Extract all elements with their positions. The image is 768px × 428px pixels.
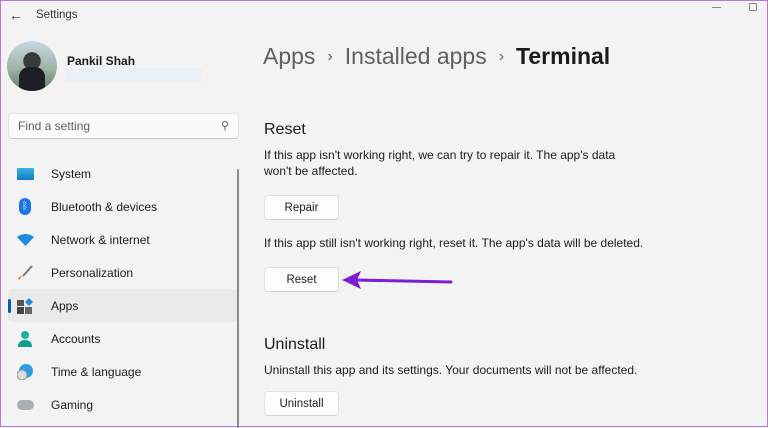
sidebar-item-label: Gaming	[51, 397, 94, 412]
system-icon	[16, 165, 34, 183]
annotation-arrow-icon	[342, 271, 453, 289]
search-box[interactable]: ⚲	[8, 113, 239, 139]
title-bar: ← Settings	[1, 1, 767, 31]
user-name: Pankil Shah	[67, 54, 136, 68]
sidebar-item-label: Personalization	[51, 265, 134, 280]
search-icon[interactable]: ⚲	[221, 119, 229, 132]
minimize-button[interactable]	[712, 7, 721, 8]
back-arrow-icon[interactable]: ←	[9, 7, 23, 23]
repair-description: If this app isn't working right, we can …	[264, 148, 616, 178]
sidebar-item-label: Apps	[51, 298, 79, 313]
chevron-right-icon: ›	[327, 47, 333, 65]
apps-icon	[16, 297, 34, 315]
reset-button[interactable]: Reset	[264, 267, 339, 292]
reset-heading: Reset	[264, 121, 306, 138]
chevron-right-icon: ›	[498, 47, 505, 65]
sidebar-item-label: Accounts	[51, 331, 101, 346]
bluetooth-icon: ᛒ	[16, 198, 34, 216]
sidebar-item-label: System	[51, 166, 92, 181]
sidebar-item-system[interactable]: System	[8, 157, 239, 190]
person-icon	[16, 330, 34, 348]
wifi-icon	[16, 231, 34, 249]
sidebar-item-personalization[interactable]: Personalization	[8, 256, 239, 289]
sidebar-scrollbar[interactable]	[237, 169, 239, 428]
maximize-button[interactable]	[749, 3, 757, 11]
sidebar-item-bluetooth[interactable]: ᛒ Bluetooth & devices	[8, 190, 239, 223]
sidebar-item-label: Time & language	[51, 364, 142, 379]
sidebar-item-label: Bluetooth & devices	[51, 199, 158, 214]
sidebar-item-accounts[interactable]: Accounts	[8, 322, 239, 355]
sidebar-item-time-language[interactable]: Time & language	[8, 355, 239, 388]
breadcrumb-installed-apps[interactable]: Installed apps	[345, 43, 487, 70]
breadcrumb: Apps › Installed apps › Terminal	[263, 43, 610, 70]
uninstall-button[interactable]: Uninstall	[264, 391, 339, 416]
globe-clock-icon	[16, 363, 34, 381]
sidebar-item-network[interactable]: Network & internet	[8, 223, 239, 256]
brush-icon	[16, 264, 34, 282]
sidebar-nav: System ᛒ Bluetooth & devices Network & in…	[8, 157, 239, 421]
user-email-redacted	[65, 68, 202, 82]
sidebar-item-apps[interactable]: Apps	[8, 289, 239, 322]
breadcrumb-apps[interactable]: Apps	[263, 43, 315, 70]
uninstall-heading: Uninstall	[264, 336, 326, 353]
page-title: Terminal	[516, 43, 611, 69]
reset-description: If this app still isn't working right, r…	[264, 236, 644, 250]
repair-button[interactable]: Repair	[264, 195, 339, 220]
sidebar-item-label: Network & internet	[51, 232, 150, 247]
window-title: Settings	[36, 9, 78, 21]
sidebar-item-gaming[interactable]: Gaming	[8, 388, 239, 421]
search-input[interactable]	[18, 119, 208, 133]
gamepad-icon	[16, 396, 34, 414]
avatar[interactable]	[7, 41, 57, 91]
uninstall-description: Uninstall this app and its settings. You…	[264, 363, 638, 377]
